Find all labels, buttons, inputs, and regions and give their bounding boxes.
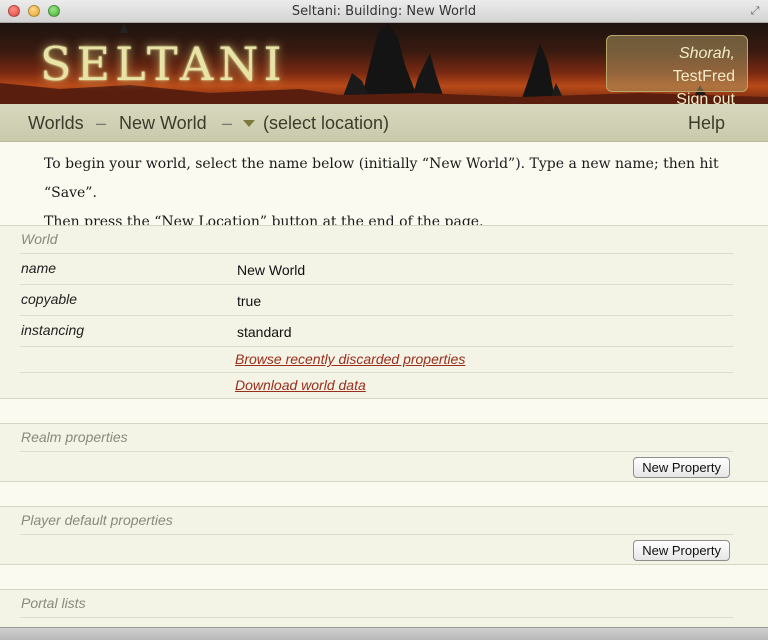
new-player-property-button[interactable]: New Property xyxy=(633,540,730,561)
nav-worlds-link[interactable]: Worlds xyxy=(28,113,84,134)
browse-discarded-link[interactable]: Browse recently discarded properties xyxy=(235,351,465,367)
intro-line-1: To begin your world, select the name bel… xyxy=(44,156,719,201)
instancing-field[interactable]: standard xyxy=(237,324,291,340)
portal-lists-section: Portal lists xyxy=(0,589,768,627)
window-titlebar: Seltani: Building: New World ⤢ xyxy=(0,0,768,23)
link-row: Download world data xyxy=(20,372,733,399)
section-row xyxy=(20,451,733,482)
section-title: Player default properties xyxy=(21,512,173,528)
property-row: name New World xyxy=(20,253,733,284)
download-world-link[interactable]: Download world data xyxy=(235,377,366,393)
copyable-field[interactable]: true xyxy=(237,293,261,309)
signout-link[interactable]: Sign out xyxy=(615,88,735,104)
window-bottom-edge xyxy=(0,627,768,640)
nav-world-link[interactable]: New World xyxy=(119,113,207,134)
world-section: World name New World copyable true insta… xyxy=(0,225,768,399)
section-row xyxy=(20,617,733,627)
seltani-logo[interactable]: SELTANI xyxy=(40,37,287,91)
section-row xyxy=(20,534,733,565)
realm-properties-section: Realm properties New Property xyxy=(0,423,768,482)
property-key: name xyxy=(21,260,57,276)
link-row: Browse recently discarded properties xyxy=(20,346,733,372)
new-realm-property-button[interactable]: New Property xyxy=(633,457,730,478)
section-title: Realm properties xyxy=(21,429,128,445)
navigation-bar: Worlds – New World – (select location) H… xyxy=(0,104,768,142)
player-defaults-section: Player default properties New Property xyxy=(0,506,768,565)
main-content: To begin your world, select the name bel… xyxy=(0,142,768,627)
world-name-field[interactable]: New World xyxy=(237,262,305,278)
property-row: instancing standard xyxy=(20,315,733,346)
intro-text: To begin your world, select the name bel… xyxy=(44,150,744,237)
user-panel: Shorah, TestFred Sign out xyxy=(606,35,748,104)
chevron-down-icon[interactable] xyxy=(243,120,255,127)
nav-separator: – xyxy=(96,113,107,133)
player-name: Shorah, xyxy=(678,45,735,62)
section-title: World xyxy=(21,231,58,247)
window-title: Seltani: Building: New World xyxy=(291,4,477,19)
property-key: copyable xyxy=(21,291,78,307)
property-row: copyable true xyxy=(20,284,733,315)
header-banner: SELTANI Shorah, TestFred Sign out xyxy=(0,23,768,104)
nav-separator: – xyxy=(222,113,233,133)
location-select[interactable]: (select location) xyxy=(263,113,389,134)
vertical-scrollbar[interactable] xyxy=(760,142,768,627)
help-link[interactable]: Help xyxy=(688,113,725,134)
section-title: Portal lists xyxy=(21,595,86,611)
property-key: instancing xyxy=(21,322,85,338)
fullscreen-icon[interactable]: ⤢ xyxy=(748,4,762,18)
account-id[interactable]: TestFred xyxy=(673,68,735,85)
